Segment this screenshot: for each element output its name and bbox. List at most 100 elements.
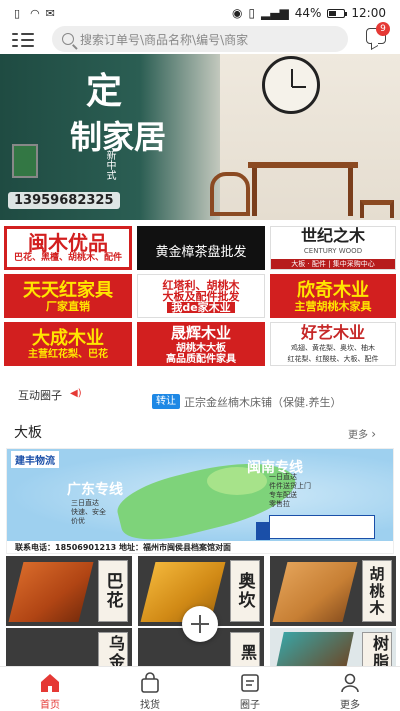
tab-find-goods[interactable]: 找货 — [100, 667, 200, 711]
ad-subtitle-2: 大板 · 配件 | 集中采购中心 — [271, 259, 395, 269]
bullet: 价优 — [71, 517, 85, 525]
product-card[interactable]: 树脂 — [270, 628, 396, 670]
product-card[interactable]: 胡桃木 — [270, 556, 396, 626]
news-ticker[interactable]: 互动圈子 ◀) 转让 正宗金丝楠木床铺（保健.养生） — [0, 384, 400, 409]
hero-phone: 13959682325 — [8, 192, 120, 209]
product-label: 乌金 — [98, 632, 128, 670]
ad-tile[interactable]: 闽木优品 巴花、黑檀、胡桃木、配件 — [4, 226, 132, 270]
ad-title: 黄金樟茶盘批发 — [155, 245, 247, 260]
ad-tile[interactable]: 天天红家具 厂家直销 — [4, 274, 132, 318]
ad-subtitle-2: 我de家木业 — [167, 301, 235, 313]
product-label: 黑 — [230, 632, 260, 670]
desk-leg — [252, 168, 257, 216]
hero-style-text: 新中式 — [104, 150, 115, 180]
menu-icon[interactable] — [12, 32, 34, 48]
bullet: 三日直达 — [71, 499, 99, 507]
logistics-logo: 建丰物流 — [11, 451, 59, 468]
wifi-icon: ◠ — [30, 6, 40, 20]
message-count-badge: 9 — [376, 22, 390, 36]
ad-tile[interactable]: 欣奇木业 主营胡桃木家具 — [270, 274, 396, 318]
battery-icon — [327, 8, 348, 18]
hero-title-1: 定 — [86, 70, 127, 112]
ad-title: 晟辉木业 — [170, 324, 231, 342]
slab-section-header: 大板 更多 › — [0, 420, 400, 444]
clock-time: 12:00 — [351, 6, 386, 20]
search-input[interactable]: 搜索订单号\商品名称\编号\商家 — [52, 26, 348, 52]
ad-title: 大成木业 — [32, 327, 104, 349]
hero-title-2: 制家居 — [70, 118, 167, 156]
chevron-right-icon: › — [371, 427, 376, 441]
bullet: 专车配送 — [269, 491, 297, 499]
tab-community[interactable]: 圈子 — [200, 667, 300, 711]
product-label: 奥坎 — [230, 560, 260, 622]
slab-image — [8, 562, 94, 622]
ad-tile[interactable]: 好艺木业 鸡翅、黄花梨、奥坎、柚木 红花梨、红酸枝、大板、配件 — [270, 322, 396, 366]
ticker-label: 互动圈子 — [18, 389, 62, 402]
bullet: 件件送货上门 — [269, 482, 311, 490]
ad-subtitle-2: 红花梨、红酸枝、大板、配件 — [287, 355, 379, 363]
signal-icon: ▂▄▆ — [261, 6, 289, 20]
ad-title: 闽木优品 — [28, 230, 108, 255]
ad-subtitle: 主营红花梨、巴花 — [28, 348, 108, 360]
ad-tile[interactable]: 大成木业 主营红花梨、巴花 — [4, 322, 132, 366]
search-placeholder: 搜索订单号\商品名称\编号\商家 — [80, 32, 249, 47]
ticker-tag: 转让 — [152, 394, 180, 409]
ad-tile[interactable]: 世纪之木 CENTURY WOOD 大板 · 配件 | 集中采购中心 — [270, 226, 396, 270]
ad-title: 好艺木业 — [300, 323, 365, 342]
ad-subtitle: 巴花、黑檀、胡桃木、配件 — [13, 252, 122, 263]
vibrate-icon: ▯ — [248, 6, 256, 20]
logistics-banner[interactable]: 建丰物流 广东专线 闽南专线 三日直达 快速、安全 价优 一日直达 件件送货上门… — [6, 448, 394, 554]
bullet: 零售拉 — [269, 500, 290, 508]
desk-image — [248, 162, 358, 168]
bullet: 一日直达 — [269, 473, 297, 481]
ticker-text: 正宗金丝楠木床铺（保健.养生） — [184, 396, 342, 409]
shopping-bag-icon — [139, 672, 161, 694]
speaker-icon: ◀) — [70, 388, 82, 399]
right-bullets: 一日直达 件件送货上门 专车配送 零售拉 — [269, 473, 311, 509]
ad-subtitle: 胡桃木大板 — [176, 343, 226, 354]
ad-tile[interactable]: 晟辉木业 胡桃木大板 高品质配件家具 — [137, 322, 265, 366]
ad-subtitle-2: 高品质配件家具 — [166, 354, 236, 365]
hero-banner[interactable]: 定 制家居 新中式 13959682325 — [0, 54, 400, 220]
app-screen: ▯ ◠ ✉ ◉ ▯ ▂▄▆ 44% 12:00 搜索订单号\商品名称\编号\商家… — [0, 0, 400, 711]
tab-more[interactable]: 更多 — [300, 667, 400, 711]
tab-label: 圈子 — [240, 700, 260, 711]
bullet: 快速、安全 — [71, 508, 106, 516]
ad-title: 欣奇木业 — [297, 279, 369, 301]
stool-image — [360, 200, 394, 218]
wall-clock-image — [262, 56, 320, 114]
product-label: 巴花 — [98, 560, 128, 622]
left-bullets: 三日直达 快速、安全 价优 — [71, 499, 106, 526]
status-bar: ▯ ◠ ✉ ◉ ▯ ▂▄▆ 44% 12:00 — [0, 0, 400, 26]
slab-image — [272, 562, 358, 622]
user-icon — [339, 672, 361, 694]
product-card[interactable]: 巴花 — [6, 556, 132, 626]
region-left-title: 广东专线 — [67, 482, 123, 498]
tab-label: 找货 — [140, 700, 160, 711]
tab-home[interactable]: 首页 — [0, 667, 100, 711]
slab-image — [276, 632, 354, 668]
shop-ads-grid: 闽木优品 巴花、黑檀、胡桃木、配件 黄金樟茶盘批发 世纪之木 CENTURY W… — [0, 224, 400, 368]
tab-label: 首页 — [40, 700, 60, 711]
ad-subtitle: 鸡翅、黄花梨、奥坎、柚木 — [291, 344, 375, 352]
message-notification-icon: ✉ — [45, 6, 55, 20]
ad-tile[interactable]: 黄金樟茶盘批发 — [137, 226, 265, 270]
chair-image — [210, 172, 250, 216]
ad-title: 世纪之木 — [300, 226, 365, 245]
ad-subtitle: 主营胡桃木家具 — [294, 299, 372, 313]
logistics-contact: 联系电话：18506901213 地址：福州市闽侯县档案馆对面 — [7, 541, 393, 553]
tab-label: 更多 — [340, 700, 360, 711]
add-button[interactable] — [182, 606, 218, 642]
wall-frame-image — [12, 144, 38, 178]
ad-tile[interactable]: 红塔利、胡桃木 大板及配件批发 我de家木业 — [137, 274, 265, 318]
voice-icon: ▯ — [14, 6, 21, 20]
app-header: 搜索订单号\商品名称\编号\商家 — [0, 26, 400, 54]
desk-leg — [348, 168, 353, 216]
truck-image — [256, 515, 375, 540]
more-link[interactable]: 更多 › — [348, 426, 376, 441]
community-icon — [239, 672, 261, 694]
section-title: 大板 — [14, 425, 42, 441]
ad-title: 天天红家具 — [23, 279, 113, 301]
product-card[interactable]: 乌金 — [6, 628, 132, 670]
more-label: 更多 — [348, 430, 368, 441]
